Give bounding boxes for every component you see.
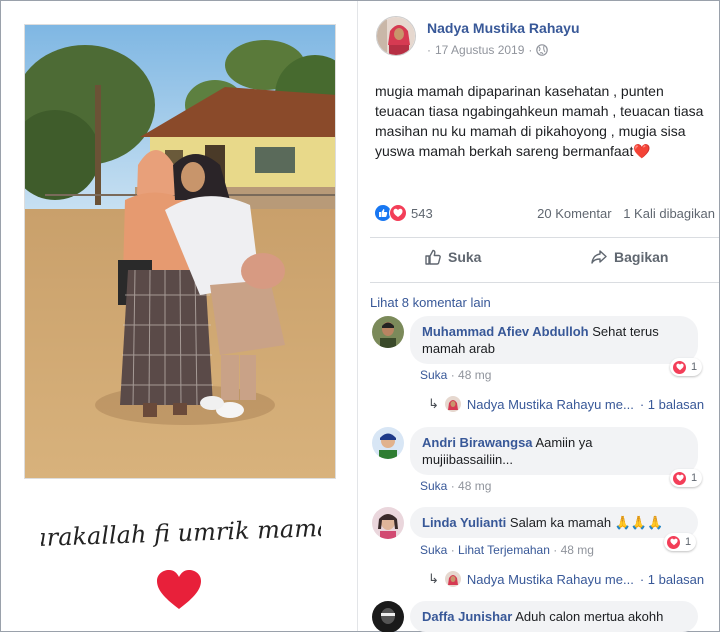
share-arrow-icon [591, 250, 607, 264]
love-reaction-icon [389, 204, 407, 222]
comment-actions: Suka · 48 mg [420, 368, 492, 382]
comment-actions: Suka · 48 mg [420, 479, 492, 493]
commenter-name[interactable]: Daffa Junishar [422, 609, 512, 624]
author-name[interactable]: Nadya Mustika Rahayu [427, 20, 580, 36]
author-avatar[interactable] [376, 16, 416, 56]
post-photo[interactable] [24, 24, 336, 479]
heart-icon [157, 570, 201, 609]
comment-reaction-badge[interactable]: 1 [670, 469, 703, 487]
post-meta: · 17 Agustus 2019 · [427, 43, 549, 57]
comment-like-link[interactable]: Suka [420, 543, 447, 557]
love-reaction-icon [666, 534, 681, 550]
commenter-name[interactable]: Muhammad Afiev Abdulloh [422, 324, 589, 339]
view-more-comments-link[interactable]: Lihat 8 komentar lain [370, 295, 491, 310]
reply-author-avatar [444, 571, 461, 587]
reaction-summary[interactable]: 543 [374, 204, 433, 222]
like-label: Suka [448, 249, 482, 265]
commenter-avatar[interactable] [372, 316, 404, 348]
reply-thread-link[interactable]: ↳ Nadya Mustika Rahayu me... · 1 balasan [428, 396, 704, 412]
photo-illustration [25, 25, 335, 478]
comment-bubble: Daffa Junishar Aduh calon mertua akohh [410, 601, 698, 632]
share-button[interactable]: Bagikan [590, 248, 668, 266]
commenter-name[interactable]: Andri Birawangsa [422, 435, 533, 450]
comments-count[interactable]: 20 Komentar [537, 206, 611, 221]
reply-count: · 1 balasan [639, 396, 705, 412]
post-text: mugia mamah dipaparinan kasehatan , punt… [375, 83, 704, 159]
love-reaction-icon [672, 470, 687, 486]
translate-link[interactable]: Lihat Terjemahan [458, 543, 550, 557]
comment-reaction-badge[interactable]: 1 [664, 533, 697, 551]
comment-time[interactable]: 48 mg [458, 479, 491, 493]
comment-bubble: Andri Birawangsa Aamiin ya mujiibassaili… [410, 427, 698, 475]
comment-like-link[interactable]: Suka [420, 479, 447, 493]
meta-dot-2: · [528, 43, 533, 57]
divider-top [370, 237, 719, 238]
caption-script-text: Barakallah fi umrik mamah [41, 513, 321, 553]
reply-author: Nadya Mustika Rahayu me... [466, 396, 634, 412]
comment-reaction-badge[interactable]: 1 [670, 358, 703, 376]
reply-arrow-icon: ↳ [428, 571, 439, 586]
post-stats: 20 Komentar 1 Kali dibagikan [537, 206, 715, 221]
commenter-avatar[interactable] [372, 427, 404, 459]
divider-bottom [370, 282, 719, 283]
thumbs-up-icon [425, 249, 441, 265]
comment-reaction-count: 1 [691, 361, 698, 373]
comment-time[interactable]: 48 mg [458, 368, 491, 382]
reply-thread-link[interactable]: ↳ Nadya Mustika Rahayu me... · 1 balasan [428, 571, 704, 587]
comment-like-link[interactable]: Suka [420, 368, 447, 382]
caption-script: Barakallah fi umrik mamah [41, 513, 321, 553]
share-label: Bagikan [614, 249, 669, 265]
reaction-count: 543 [411, 205, 433, 221]
comment-reaction-count: 1 [685, 536, 692, 548]
comment-text: Aduh calon mertua akohh [515, 609, 664, 624]
reply-author: Nadya Mustika Rahayu me... [466, 571, 634, 587]
reply-author-avatar [444, 396, 461, 412]
comment-reaction-count: 1 [691, 472, 698, 484]
like-button[interactable]: Suka [424, 248, 481, 266]
photo-panel[interactable]: Barakallah fi umrik mamah [1, 1, 357, 631]
commenter-avatar[interactable] [372, 507, 404, 539]
comment-actions: Suka · Lihat Terjemahan · 48 mg [420, 543, 594, 557]
commenter-avatar[interactable] [372, 601, 404, 632]
comment-time[interactable]: 48 mg [561, 543, 594, 557]
meta-dot: · [427, 43, 431, 57]
post-date[interactable]: 17 Agustus 2019 [435, 43, 524, 57]
love-reaction-icon [672, 359, 687, 375]
reply-count: · 1 balasan [639, 571, 705, 587]
commenter-name[interactable]: Linda Yulianti [422, 515, 506, 530]
comment-bubble: Muhammad Afiev Abdulloh Sehat terus mama… [410, 316, 698, 364]
reply-arrow-icon: ↳ [428, 396, 439, 411]
shares-count[interactable]: 1 Kali dibagikan [623, 206, 715, 221]
post-panel: Nadya Mustika Rahayu · 17 Agustus 2019 ·… [357, 1, 719, 632]
globe-icon[interactable] [536, 44, 549, 56]
comment-text: Salam ka mamah 🙏🙏🙏 [509, 515, 664, 530]
comment-bubble: Linda Yulianti Salam ka mamah 🙏🙏🙏 [410, 507, 698, 538]
